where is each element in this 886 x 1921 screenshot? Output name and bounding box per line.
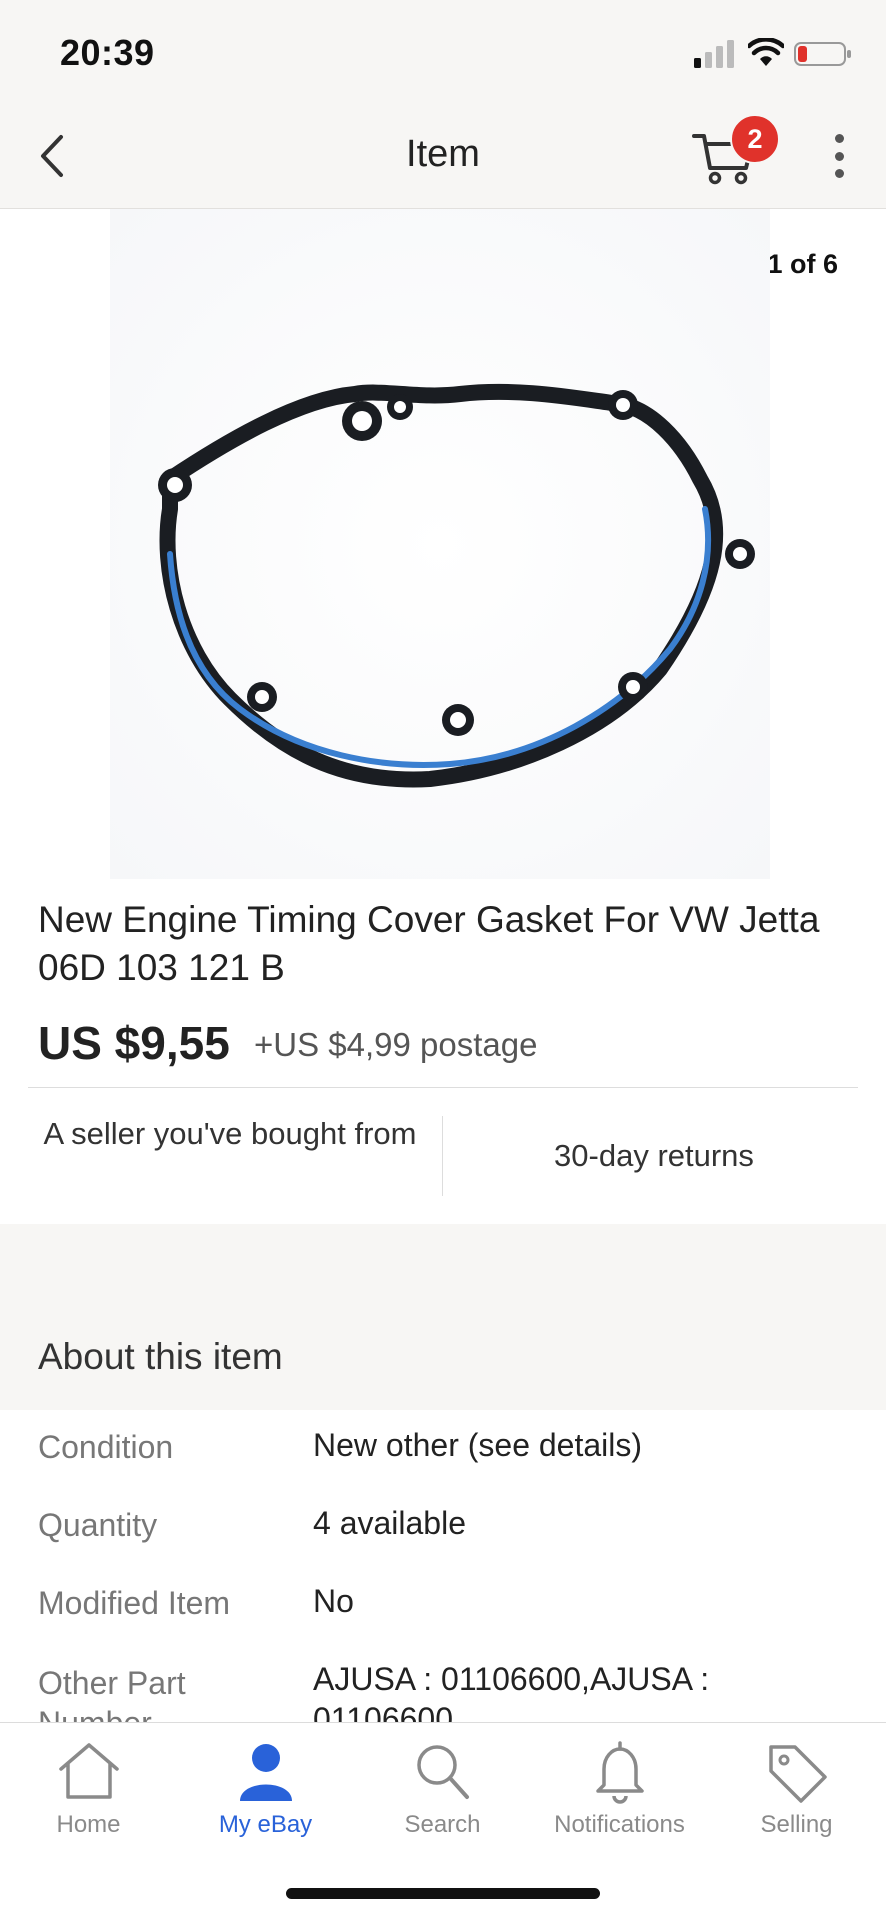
cart-count-badge: 2 — [730, 114, 780, 164]
product-price: US $9,55 — [38, 1017, 230, 1069]
tab-label: Notifications — [554, 1811, 685, 1838]
product-image-gallery[interactable]: 1 of 6 — [0, 209, 886, 879]
dot — [834, 169, 844, 178]
tab-label: Search — [404, 1811, 481, 1838]
product-title: New Engine Timing Cover Gasket For VW Je… — [38, 899, 820, 988]
divider — [442, 1116, 443, 1196]
cellular-signal-icon — [694, 40, 734, 68]
section-spacer — [0, 1224, 886, 1410]
spec-value-modified: No — [313, 1583, 354, 1619]
tab-label: My eBay — [218, 1811, 313, 1838]
search-icon — [416, 1745, 469, 1799]
dot — [834, 151, 844, 161]
tab-home[interactable]: Home — [0, 1723, 177, 1853]
wifi-icon — [748, 38, 784, 66]
tab-selling[interactable]: Selling — [708, 1723, 885, 1853]
tab-my-ebay[interactable]: My eBay — [177, 1723, 354, 1853]
seller-note: A seller you've bought from — [43, 1116, 417, 1151]
battery-icon — [794, 42, 851, 66]
postage-cost: +US $4,99 postage — [254, 1026, 538, 1063]
status-time: 20:39 — [60, 32, 155, 73]
home-indicator[interactable] — [286, 1888, 600, 1899]
person-icon — [239, 1744, 292, 1801]
bell-icon — [595, 1741, 644, 1804]
spec-label-quantity: Quantity — [38, 1507, 158, 1543]
more-options-button[interactable] — [824, 134, 854, 178]
home-icon — [58, 1743, 119, 1799]
tag-icon — [768, 1745, 827, 1803]
returns-policy[interactable]: 30-day returns — [444, 1138, 864, 1174]
divider — [28, 1087, 858, 1088]
spec-value-quantity: 4 available — [313, 1505, 466, 1541]
tab-notifications[interactable]: Notifications — [531, 1723, 708, 1853]
tab-search[interactable]: Search — [354, 1723, 531, 1853]
product-image — [110, 209, 770, 879]
spec-value-condition[interactable]: New other (see details) — [313, 1425, 833, 1465]
tab-label: Home — [56, 1811, 121, 1838]
spec-label-modified: Modified Item — [38, 1585, 231, 1621]
spec-label-condition: Condition — [38, 1429, 174, 1465]
dot — [834, 134, 844, 143]
about-heading: About this item — [38, 1336, 283, 1377]
tab-label: Selling — [760, 1811, 833, 1838]
